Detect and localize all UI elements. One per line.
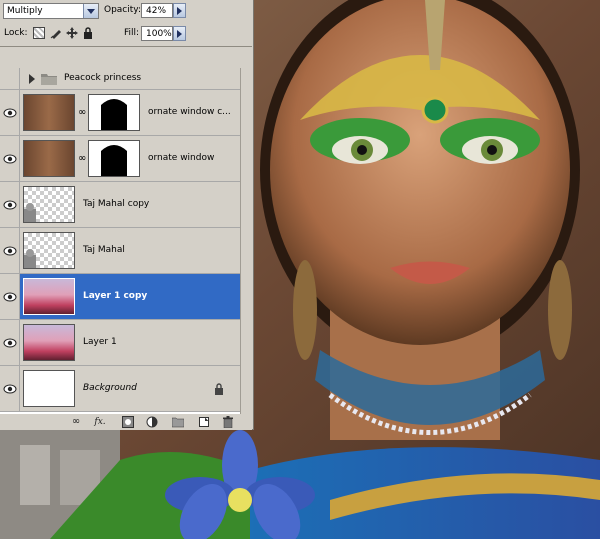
layer-name: ornate window c...: [148, 106, 231, 117]
opacity-field[interactable]: 42%: [141, 3, 173, 18]
fill-field[interactable]: 100%: [141, 26, 173, 41]
layers-toolbar: ∞ fx.: [0, 414, 252, 430]
new-layer-icon[interactable]: [198, 416, 210, 428]
eye-icon[interactable]: [0, 366, 20, 411]
fx-icon[interactable]: fx.: [94, 416, 106, 428]
lock-all-icon[interactable]: [82, 27, 94, 39]
opacity-slider-button[interactable]: [173, 3, 186, 18]
eye-icon[interactable]: [0, 182, 20, 227]
layer-row[interactable]: Background: [0, 366, 240, 412]
layer-row[interactable]: Taj Mahal copy: [0, 182, 240, 228]
trash-icon[interactable]: [222, 416, 234, 429]
visibility-toggle[interactable]: [0, 68, 20, 89]
new-group-icon[interactable]: [171, 416, 185, 428]
eye-icon[interactable]: [0, 136, 20, 181]
layer-row[interactable]: ∞ ornate window c...: [0, 90, 240, 136]
folder-icon: [41, 74, 57, 85]
lock-icon: [215, 383, 223, 395]
layer-thumbnail: [23, 324, 75, 361]
layer-mask-thumbnail[interactable]: [88, 94, 140, 131]
opacity-value: 42%: [146, 6, 167, 16]
adjustment-layer-icon[interactable]: [146, 416, 158, 428]
lock-transparency-icon[interactable]: [33, 27, 45, 39]
lock-label: Lock:: [4, 28, 28, 38]
layer-name: Layer 1 copy: [83, 290, 148, 301]
scrollbar[interactable]: [240, 68, 253, 414]
layer-row[interactable]: Layer 1: [0, 320, 240, 366]
layer-row-group[interactable]: Peacock princess: [0, 68, 240, 90]
blend-mode-value: Multiply: [7, 6, 43, 16]
layer-mask-thumbnail[interactable]: [88, 140, 140, 177]
layer-name: Peacock princess: [64, 72, 142, 83]
fill-label: Fill:: [124, 28, 140, 38]
layer-row[interactable]: ∞ ornate window: [0, 136, 240, 182]
eye-icon[interactable]: [0, 320, 20, 365]
chain-link-icon[interactable]: ∞: [78, 153, 86, 164]
lock-position-icon[interactable]: [66, 27, 78, 39]
chain-link-icon[interactable]: ∞: [78, 107, 86, 118]
layer-name: Background: [83, 382, 137, 393]
blend-opacity-row: Multiply Opacity: 42%: [0, 0, 252, 22]
layer-name: Taj Mahal copy: [83, 198, 150, 209]
add-mask-icon[interactable]: [122, 416, 134, 428]
layer-name: Layer 1: [83, 336, 117, 347]
layer-list: Peacock princess ∞ ornate window c... ∞: [0, 68, 240, 414]
layer-thumbnail: [23, 370, 75, 407]
layers-panel: Multiply Opacity: 42% Lock: Fill: 100% P…: [0, 0, 254, 430]
layer-thumbnail: [23, 94, 75, 131]
layer-thumbnail: [23, 186, 75, 223]
layer-row-selected[interactable]: Layer 1 copy: [0, 274, 240, 320]
eye-icon[interactable]: [0, 274, 20, 319]
layer-row[interactable]: Taj Mahal: [0, 228, 240, 274]
layer-name: Taj Mahal: [83, 244, 125, 255]
layer-thumbnail: [23, 140, 75, 177]
opacity-label: Opacity:: [104, 5, 141, 15]
lock-fill-row: Lock: Fill: 100%: [0, 22, 252, 47]
eye-icon[interactable]: [0, 228, 20, 273]
layer-thumbnail: [23, 232, 75, 269]
blend-mode-select[interactable]: Multiply: [3, 3, 99, 19]
chevron-down-icon: [83, 4, 98, 18]
lock-image-pixels-icon[interactable]: [50, 27, 62, 39]
fill-slider-button[interactable]: [173, 26, 186, 41]
link-layers-icon[interactable]: ∞: [70, 416, 82, 428]
eye-icon[interactable]: [0, 90, 20, 135]
expand-triangle-icon[interactable]: [28, 74, 36, 84]
fill-value: 100%: [146, 29, 172, 39]
layer-name: ornate window: [148, 152, 215, 163]
layer-thumbnail: [23, 278, 75, 315]
